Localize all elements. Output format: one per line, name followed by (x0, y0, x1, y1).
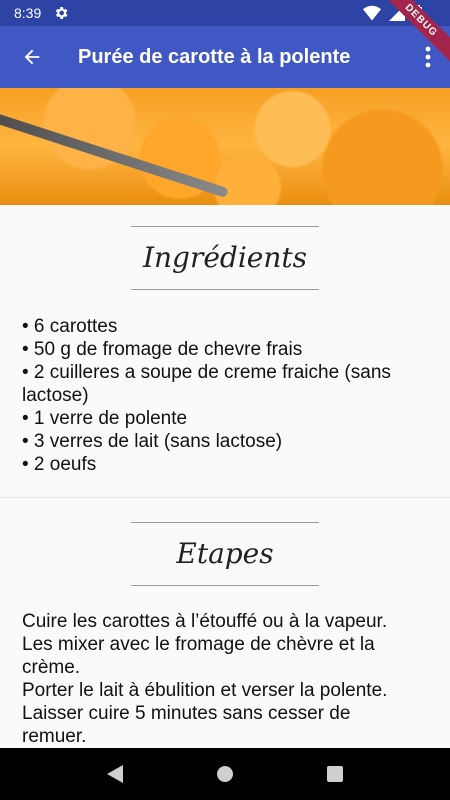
wifi-icon (363, 5, 381, 24)
spoon-illustration (0, 108, 229, 199)
gear-icon (53, 5, 69, 21)
system-nav-bar (0, 748, 450, 800)
step-line: Porter le lait à ébulition et verser la … (22, 680, 388, 701)
ingredients-title: Ingrédients (142, 241, 308, 274)
status-time: 8:39 (14, 5, 42, 21)
step-line: crème. (22, 657, 81, 678)
divider (131, 585, 319, 586)
arrow-back-icon (24, 49, 40, 65)
recents-square-icon (327, 766, 343, 782)
list-item: • 50 g de fromage de chevre frais (22, 339, 303, 360)
steps-title: Etapes (176, 537, 274, 570)
ingredients-list: • 6 carottes • 50 g de fromage de chevre… (22, 315, 422, 476)
list-item: • 6 carottes (22, 316, 118, 337)
step-line: Laisser cuire 5 minutes sans cesser de (22, 703, 351, 724)
recipe-image (0, 88, 450, 205)
nav-recents-button[interactable] (315, 754, 355, 794)
more-vert-icon (425, 46, 431, 68)
divider (131, 289, 319, 290)
list-item: • 3 verres de lait (sans lactose) (22, 431, 283, 452)
nav-back-button[interactable] (95, 754, 135, 794)
steps-text: Cuire les carottes à l’étouffé ou à la v… (22, 610, 422, 748)
status-bar: 8:39 (0, 0, 450, 26)
ingredients-card: Ingrédients • 6 carottes • 50 g de froma… (0, 205, 450, 497)
step-line: Les mixer avec le fromage de chèvre et l… (22, 634, 375, 655)
nav-home-button[interactable] (205, 754, 245, 794)
home-circle-icon (217, 766, 233, 782)
list-item: • 1 verre de polente (22, 408, 188, 429)
list-item: • 2 cuilleres a soupe de creme fraiche (… (22, 362, 391, 383)
ingredients-header: Ingrédients (131, 226, 319, 290)
list-item: lactose) (22, 385, 89, 406)
list-item: • 2 oeufs (22, 454, 97, 475)
page-title: Purée de carotte à la polente (78, 45, 351, 68)
back-button[interactable] (4, 29, 60, 85)
steps-header: Etapes (131, 522, 319, 586)
steps-card: Etapes Cuire les carottes à l’étouffé ou… (0, 497, 450, 749)
step-line: remuer. (22, 726, 87, 747)
step-line: Cuire les carottes à l’étouffé ou à la v… (22, 611, 388, 632)
back-triangle-icon (107, 765, 123, 783)
app-bar: Purée de carotte à la polente (0, 26, 450, 88)
